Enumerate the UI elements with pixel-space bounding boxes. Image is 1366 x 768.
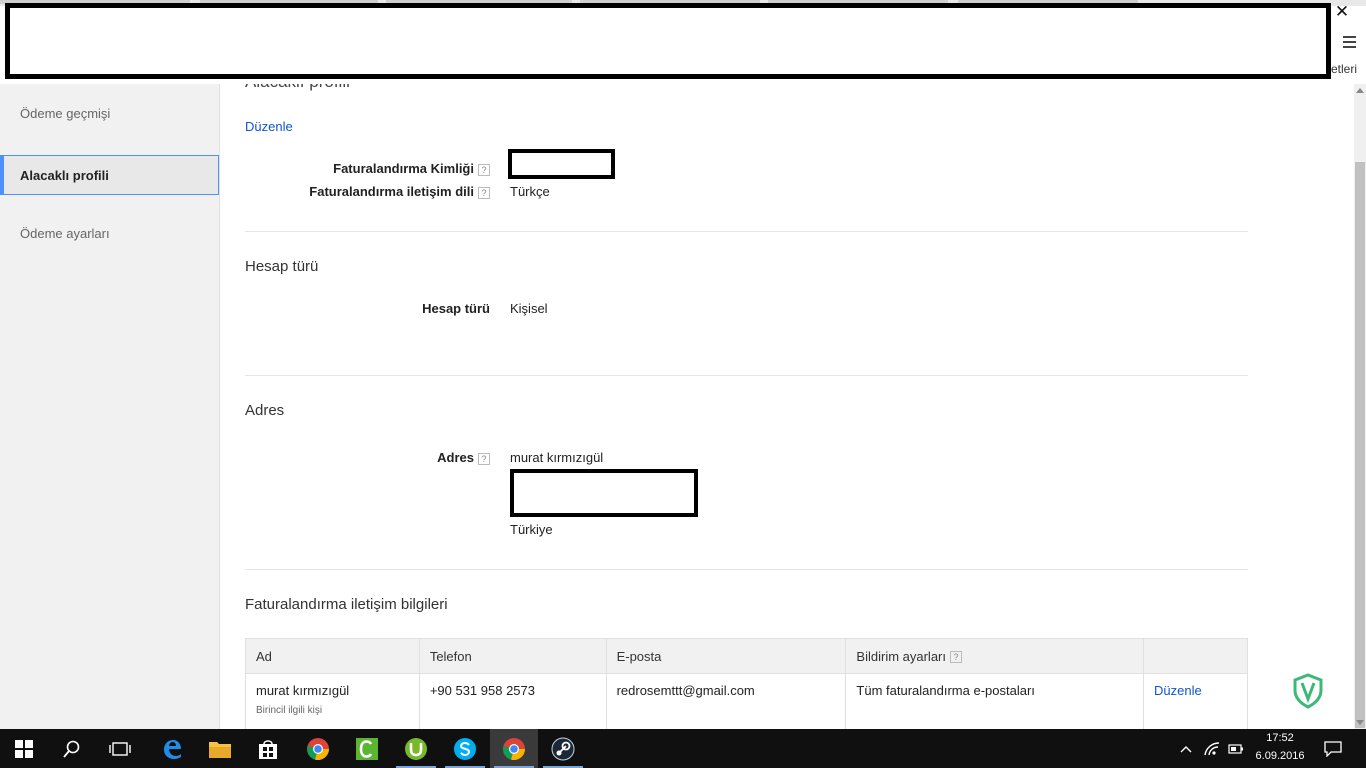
chrome-icon[interactable] bbox=[294, 729, 342, 768]
clock-date[interactable]: 6.09.2016 bbox=[1250, 750, 1310, 762]
edit-contact-link[interactable]: Düzenle bbox=[1154, 683, 1202, 698]
page-title: Alacaklı profili bbox=[245, 84, 350, 92]
billing-language-value: Türkçe bbox=[510, 184, 550, 199]
task-view-icon[interactable] bbox=[96, 729, 144, 768]
contact-email: redrosemttt@gmail.com bbox=[605, 673, 847, 729]
contact-name-cell: murat kırmızıgül Birincil ilgili kişi bbox=[245, 673, 420, 729]
file-explorer-icon[interactable] bbox=[196, 729, 244, 768]
account-type-title: Hesap türü bbox=[245, 258, 319, 275]
search-icon[interactable] bbox=[48, 729, 96, 768]
help-icon[interactable]: ? bbox=[478, 163, 490, 176]
address-country: Türkiye bbox=[510, 522, 553, 537]
chrome-icon[interactable] bbox=[490, 729, 538, 768]
divider bbox=[245, 569, 1248, 570]
toolbar-partial-text: etleri bbox=[1331, 62, 1358, 76]
billing-language-label: Faturalandırma iletişim dili? bbox=[240, 184, 490, 199]
wifi-icon[interactable] bbox=[1200, 729, 1224, 768]
address-title: Adres bbox=[245, 402, 285, 419]
hamburger-menu-icon[interactable] bbox=[1339, 33, 1359, 53]
main-content: Alacaklı profili Düzenle Faturalandırma … bbox=[220, 84, 1354, 729]
taskbar: 17:52 6.09.2016 bbox=[0, 729, 1366, 768]
contact-phone: +90 531 958 2573 bbox=[418, 673, 607, 729]
scroll-down-arrow-icon[interactable] bbox=[1356, 720, 1364, 725]
column-header-notifications: Bildirim ayarları? bbox=[845, 638, 1145, 674]
contacts-table: Ad Telefon E-posta Bildirim ayarları? mu… bbox=[245, 638, 1248, 729]
redacted-address bbox=[510, 469, 698, 517]
camtasia-icon[interactable] bbox=[343, 729, 391, 768]
table-header-row: Ad Telefon E-posta Bildirim ayarları? bbox=[245, 638, 1248, 674]
edge-icon[interactable] bbox=[148, 729, 196, 768]
address-label: Adres? bbox=[240, 450, 490, 465]
contact-action-cell: Düzenle bbox=[1143, 673, 1248, 729]
edit-profile-link[interactable]: Düzenle bbox=[245, 119, 293, 134]
table-row: murat kırmızıgül Birincil ilgili kişi +9… bbox=[245, 673, 1248, 729]
divider bbox=[245, 231, 1248, 232]
windows-start-icon[interactable] bbox=[0, 729, 48, 768]
contact-role: Birincil ilgili kişi bbox=[256, 705, 323, 716]
help-icon[interactable]: ? bbox=[478, 186, 490, 199]
sidebar-item-payee-profile[interactable]: Alacaklı profili bbox=[0, 155, 219, 195]
help-icon[interactable]: ? bbox=[950, 651, 962, 664]
skype-icon[interactable] bbox=[441, 729, 489, 768]
notification-center-icon[interactable] bbox=[1318, 729, 1348, 768]
help-icon[interactable]: ? bbox=[478, 452, 490, 465]
clock-time[interactable]: 17:52 bbox=[1250, 732, 1310, 744]
show-hidden-icons-icon[interactable] bbox=[1170, 729, 1202, 768]
battery-icon[interactable] bbox=[1224, 729, 1248, 768]
contact-notifications: Tüm faturalandırma e-postaları bbox=[845, 673, 1145, 729]
address-name: murat kırmızıgül bbox=[510, 450, 604, 465]
account-type-label: Hesap türü bbox=[422, 301, 490, 316]
divider bbox=[245, 375, 1248, 376]
column-header-name: Ad bbox=[245, 638, 420, 674]
sidebar-item-payment-history[interactable]: Ödeme geçmişi bbox=[0, 94, 219, 134]
column-header-email: E-posta bbox=[605, 638, 847, 674]
billing-id-label: Faturalandırma Kimliği? bbox=[240, 161, 490, 176]
redacted-billing-id bbox=[508, 149, 615, 179]
scrollbar-thumb[interactable] bbox=[1355, 162, 1365, 728]
column-header-phone: Telefon bbox=[418, 638, 607, 674]
column-header-actions bbox=[1143, 638, 1248, 674]
vertical-scrollbar[interactable] bbox=[1354, 84, 1366, 729]
close-icon[interactable]: ✕ bbox=[1333, 3, 1351, 21]
account-type-value: Kişisel bbox=[510, 301, 548, 316]
redacted-toolbar-region bbox=[5, 3, 1331, 79]
sidebar-item-payment-settings[interactable]: Ödeme ayarları bbox=[0, 214, 219, 254]
scroll-up-arrow-icon[interactable] bbox=[1356, 88, 1364, 93]
steam-icon[interactable] bbox=[539, 729, 587, 768]
sidebar: Ödeme geçmişi Alacaklı profili Ödeme aya… bbox=[0, 84, 220, 729]
contacts-title: Faturalandırma iletişim bilgileri bbox=[245, 596, 448, 613]
shield-icon[interactable] bbox=[1292, 673, 1324, 709]
utorrent-icon[interactable] bbox=[392, 729, 440, 768]
store-icon[interactable] bbox=[244, 729, 292, 768]
contact-name: murat kırmızıgül bbox=[256, 683, 350, 698]
